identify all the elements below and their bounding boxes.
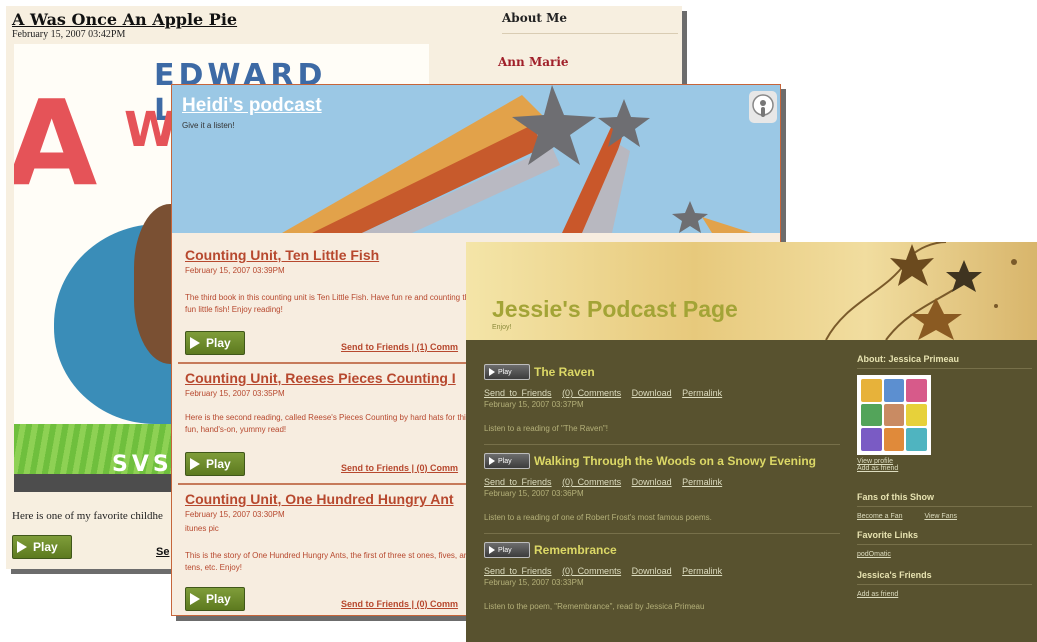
play-button[interactable]: Play	[185, 587, 245, 611]
play-label: Play	[498, 457, 512, 465]
cover-big-letter: A	[14, 74, 98, 212]
episode-item: Play Walking Through the Woods on a Snow…	[484, 453, 844, 537]
avatar[interactable]	[857, 375, 931, 455]
favorite-links-heading: Favorite Links	[857, 530, 1032, 545]
view-fans-link[interactable]: View Fans	[924, 513, 957, 520]
episode-links: Send to Friends (0) Comments Download Pe…	[484, 566, 728, 576]
episode-title[interactable]: Counting Unit, Ten Little Fish	[185, 247, 379, 263]
download-link[interactable]: Download	[632, 388, 672, 398]
site-tagline: Give it a listen!	[182, 121, 235, 130]
download-link[interactable]: Download	[632, 477, 672, 487]
play-button[interactable]: Play	[484, 453, 530, 469]
play-label: Play	[33, 540, 58, 554]
episode-title[interactable]: Remembrance	[534, 543, 617, 557]
episode-date: February 15, 2007 03:35PM	[185, 389, 285, 398]
episode-links[interactable]: Send to Friends | (1) Comm	[341, 342, 458, 352]
episode-links[interactable]: Send to Friends | (0) Comm	[341, 599, 458, 609]
site-tagline: Enjoy!	[492, 324, 512, 331]
divider	[484, 444, 840, 445]
episode-date: February 15, 2007 03:33PM	[484, 578, 584, 587]
podcast-icon[interactable]	[749, 91, 777, 123]
episode-date: February 15, 2007 03:39PM	[185, 266, 285, 275]
play-icon	[489, 457, 495, 465]
comments-link[interactable]: (0) Comments	[562, 566, 621, 576]
play-icon	[190, 337, 200, 349]
favorite-link[interactable]: podOmatic	[857, 551, 1032, 558]
send-to-friends-link[interactable]: Send to Friends	[484, 477, 552, 487]
episode-title[interactable]: Counting Unit, Reeses Pieces Counting I	[185, 370, 456, 386]
permalink-link[interactable]: Permalink	[682, 566, 722, 576]
episode-links[interactable]: Send to Friends | (0) Comm	[341, 463, 458, 473]
comments-link[interactable]: (0) Comments	[562, 388, 621, 398]
become-fan-link[interactable]: Become a Fan	[857, 513, 903, 520]
about-heading: About Me	[502, 11, 678, 34]
episode-title[interactable]: Counting Unit, One Hundred Hungry Ant	[185, 491, 454, 507]
episode-title[interactable]: The Raven	[534, 365, 595, 379]
post-date: February 15, 2007 03:42PM	[12, 29, 126, 40]
episode-title[interactable]: Walking Through the Woods on a Snowy Eve…	[534, 454, 816, 468]
send-to-friends-link[interactable]: Send to Friends	[484, 566, 552, 576]
episode-links: Send to Friends (0) Comments Download Pe…	[484, 388, 728, 398]
fans-links: Become a Fan View Fans	[857, 513, 957, 520]
banner: Jessie's Podcast Page Enjoy!	[466, 242, 1037, 340]
play-button[interactable]: Play	[484, 364, 530, 380]
episode-links: Send to Friends (0) Comments Download Pe…	[484, 477, 728, 487]
episode-subtitle: itunes pic	[185, 524, 219, 533]
play-button[interactable]: Play	[12, 535, 72, 559]
friends-heading: Jessica's Friends	[857, 570, 1032, 585]
play-icon	[489, 546, 495, 554]
play-label: Play	[206, 592, 231, 606]
episode-date: February 15, 2007 03:30PM	[185, 510, 285, 519]
play-label: Play	[498, 368, 512, 376]
episode-date: February 15, 2007 03:36PM	[484, 489, 584, 498]
episode-item: Play The Raven Send to Friends (0) Comme…	[484, 364, 844, 448]
download-link[interactable]: Download	[632, 566, 672, 576]
author-name-link[interactable]: Ann Marie	[498, 55, 569, 69]
episode-description: The third book in this counting unit is …	[185, 293, 474, 314]
post-title[interactable]: A Was Once An Apple Pie	[12, 10, 237, 29]
permalink-link[interactable]: Permalink	[682, 477, 722, 487]
episode-description: Here is the second reading, called Reese…	[185, 413, 470, 434]
friends-add-link[interactable]: Add as friend	[857, 591, 1032, 598]
send-to-friends-link[interactable]: Send to Friends	[484, 388, 552, 398]
site-title[interactable]: Heidi's podcast	[182, 95, 322, 117]
site-title[interactable]: Jessie's Podcast Page	[492, 296, 738, 323]
play-icon	[17, 541, 27, 553]
comments-link[interactable]: (0) Comments	[562, 477, 621, 487]
jessie-podcast-window: Jessie's Podcast Page Enjoy! Play The Ra…	[466, 242, 1037, 642]
floral-graphic	[825, 242, 1017, 340]
view-profile-link[interactable]: View profile	[857, 458, 1032, 465]
about-heading: About: Jessica Primeau	[857, 354, 1032, 369]
add-friend-link[interactable]: Add as friend	[857, 465, 1032, 472]
fans-heading: Fans of this Show	[857, 492, 1032, 507]
play-icon	[190, 593, 200, 605]
episode-date: February 15, 2007 03:37PM	[484, 400, 584, 409]
episode-description: This is the story of One Hundred Hungry …	[185, 551, 473, 572]
episode-item: Play Remembrance Send to Friends (0) Com…	[484, 542, 844, 626]
play-button[interactable]: Play	[185, 331, 245, 355]
episode-description: Listen to a reading of "The Raven"!	[484, 424, 608, 433]
play-button[interactable]: Play	[484, 542, 530, 558]
permalink-link[interactable]: Permalink	[682, 388, 722, 398]
banner: Heidi's podcast Give it a listen!	[172, 85, 780, 233]
episode-description: Listen to a reading of one of Robert Fro…	[484, 513, 712, 522]
sidebar: About: Jessica Primeau View profile Add …	[857, 354, 1032, 598]
send-link[interactable]: Se	[156, 546, 169, 558]
episode-description: Listen to the poem, "Remembrance", read …	[484, 602, 705, 611]
divider	[484, 533, 840, 534]
play-label: Play	[498, 546, 512, 554]
play-button[interactable]: Play	[185, 452, 245, 476]
play-icon	[190, 458, 200, 470]
post-body-text: Here is one of my favorite childhe	[12, 510, 163, 522]
play-label: Play	[206, 336, 231, 350]
play-label: Play	[206, 457, 231, 471]
play-icon	[489, 368, 495, 376]
